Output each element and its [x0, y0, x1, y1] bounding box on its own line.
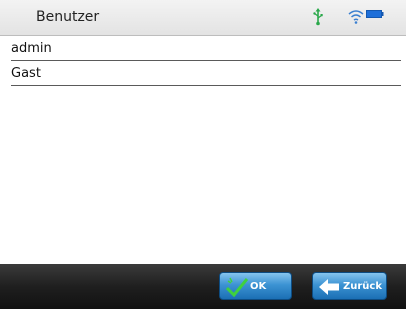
user-item-gast[interactable]: Gast	[11, 61, 401, 86]
check-icon	[226, 277, 248, 297]
back-arrow-icon	[319, 279, 339, 295]
user-item-label: Gast	[11, 66, 41, 81]
user-list: admin Gast	[0, 36, 406, 86]
footer-bar: OK Zurück	[0, 264, 406, 309]
ok-button[interactable]: OK	[219, 272, 292, 300]
back-button[interactable]: Zurück	[312, 272, 387, 300]
status-icons	[0, 8, 406, 28]
title-bar: Benutzer	[0, 0, 406, 36]
wifi-icon	[348, 10, 364, 24]
back-button-label: Zurück	[343, 281, 382, 292]
ok-button-label: OK	[250, 281, 267, 292]
user-item-label: admin	[11, 41, 52, 56]
battery-icon	[366, 10, 384, 18]
user-item-admin[interactable]: admin	[11, 36, 401, 61]
usb-icon	[313, 8, 323, 26]
